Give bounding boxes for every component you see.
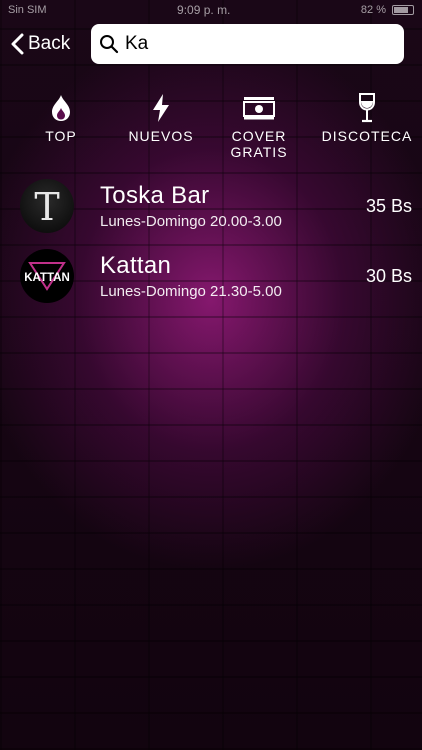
category-cover-gratis[interactable]: COVER GRATIS (200, 92, 318, 160)
status-bar: Sin SIM 9:09 p. m. 82 % (0, 0, 422, 20)
results-list: T Toska Bar Lunes-Domingo 20.00-3.00 35 … (0, 176, 422, 316)
category-label: TOP (45, 128, 77, 144)
venue-logo: KATTAN (20, 249, 74, 303)
venue-name: Toska Bar (100, 182, 210, 209)
battery-percent: 82 % (360, 4, 386, 16)
flame-icon (50, 92, 72, 124)
back-label: Back (28, 33, 71, 54)
result-toska-bar[interactable]: T Toska Bar Lunes-Domingo 20.00-3.00 35 … (0, 176, 422, 246)
category-nuevos[interactable]: NUEVOS (122, 92, 200, 160)
category-label: NUEVOS (128, 128, 194, 144)
venue-price: 35 Bs (365, 196, 412, 216)
wine-glass-icon (358, 92, 376, 124)
search-box[interactable] (91, 24, 404, 64)
search-icon (100, 35, 119, 54)
logo-text: T (34, 186, 59, 226)
venue-hours: Lunes-Domingo 21.30-5.00 (100, 283, 282, 300)
cash-icon (243, 92, 275, 124)
category-top[interactable]: TOP (0, 92, 122, 160)
battery-icon (392, 5, 414, 15)
logo-text: KATTAN (24, 272, 70, 284)
nav-bar: Back (0, 24, 422, 64)
category-label: DISCOTECA (321, 128, 413, 144)
carrier-label: Sin SIM (8, 4, 47, 16)
category-bar: TOP NUEVOS COVER GRATIS DISCOTECA (0, 92, 422, 160)
chevron-left-icon (11, 33, 24, 55)
lightning-icon (151, 92, 171, 124)
back-button[interactable]: Back (0, 33, 90, 55)
result-kattan[interactable]: KATTAN Kattan Lunes-Domingo 21.30-5.00 3… (0, 246, 422, 316)
search-input[interactable] (125, 33, 395, 55)
venue-price: 30 Bs (365, 266, 412, 286)
venue-hours: Lunes-Domingo 20.00-3.00 (100, 213, 282, 230)
venue-name: Kattan (100, 252, 172, 279)
category-label: COVER GRATIS (230, 128, 288, 160)
venue-logo: T (20, 179, 74, 233)
category-discoteca[interactable]: DISCOTECA (318, 92, 416, 160)
status-time: 9:09 p. m. (177, 3, 231, 17)
